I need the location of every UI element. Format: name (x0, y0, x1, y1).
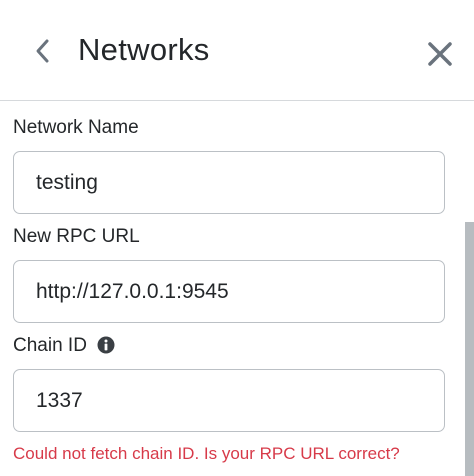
network-name-value: testing (36, 171, 98, 194)
header-divider (0, 100, 474, 101)
network-name-input[interactable]: testing (13, 151, 445, 214)
header: Networks (0, 0, 474, 101)
page-title: Networks (78, 32, 210, 67)
close-button[interactable] (426, 40, 454, 68)
network-name-label: Network Name (13, 117, 139, 138)
info-icon-graphic (97, 336, 115, 354)
scrollbar-thumb[interactable] (465, 222, 474, 476)
networks-settings-page: Networks Network Name testing New RPC UR… (0, 0, 474, 476)
chevron-left-icon (36, 39, 49, 63)
rpc-url-value: http://127.0.0.1:9545 (36, 280, 229, 303)
chain-id-input[interactable]: 1337 (13, 369, 445, 432)
chain-id-label: Chain ID (13, 335, 87, 356)
chain-id-error-message: Could not fetch chain ID. Is your RPC UR… (13, 444, 400, 463)
close-icon (428, 42, 452, 66)
back-button[interactable] (30, 36, 56, 66)
info-icon[interactable] (97, 336, 115, 354)
chain-id-value: 1337 (36, 389, 83, 412)
rpc-url-input[interactable]: http://127.0.0.1:9545 (13, 260, 445, 323)
rpc-url-label: New RPC URL (13, 226, 140, 247)
